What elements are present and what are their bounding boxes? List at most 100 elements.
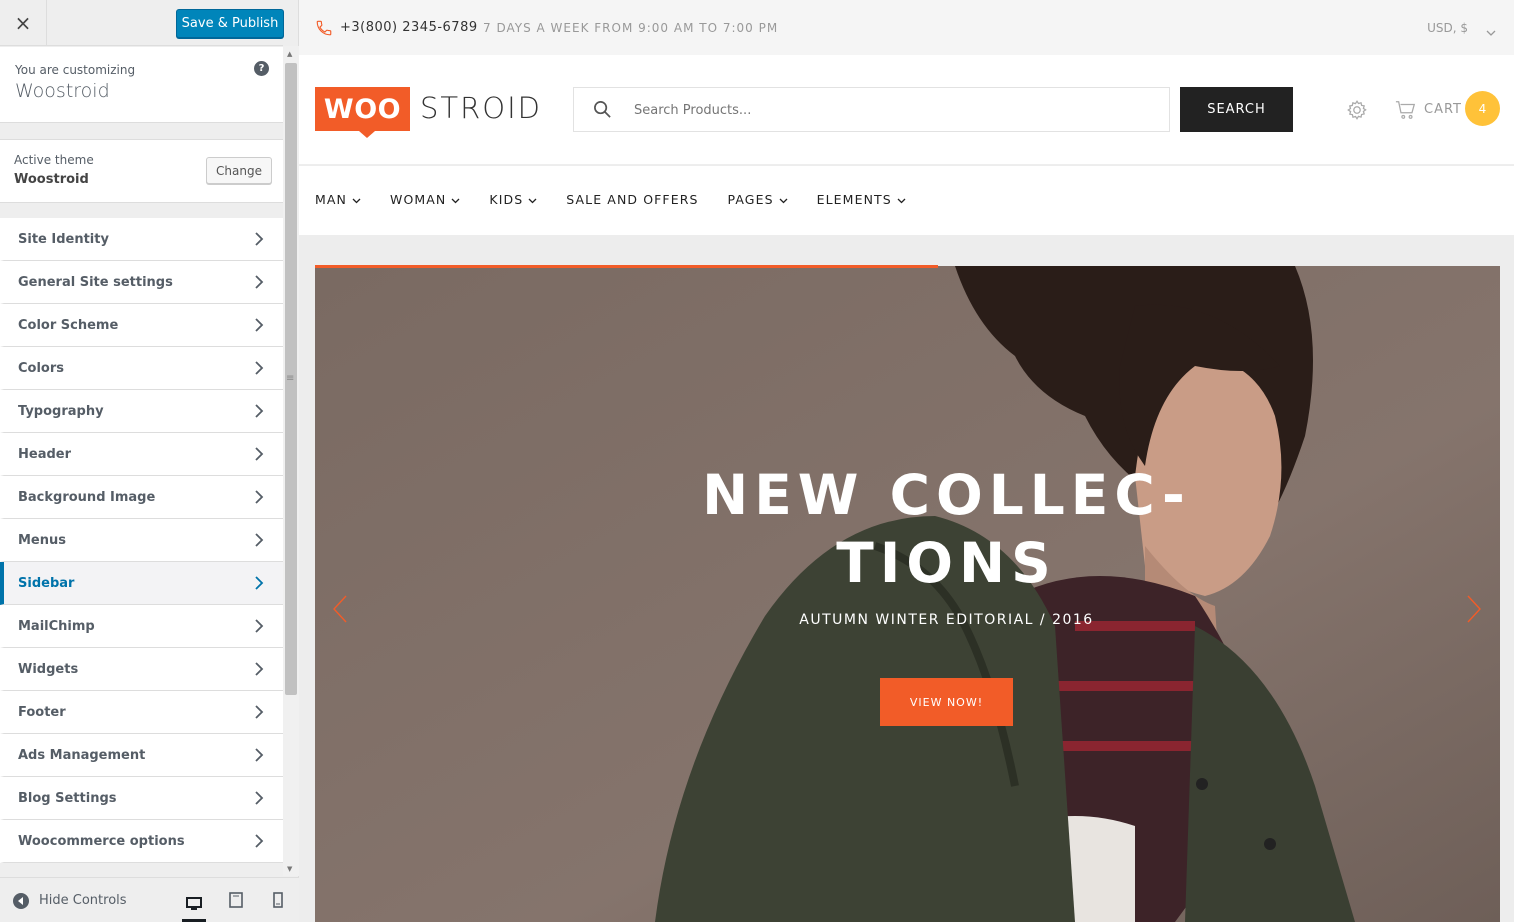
- section-footer[interactable]: Footer: [0, 691, 283, 734]
- view-now-button[interactable]: VIEW NOW!: [880, 678, 1013, 726]
- section-woocommerce-options[interactable]: Woocommerce options: [0, 820, 283, 863]
- section-label: Color Scheme: [18, 317, 119, 333]
- hide-controls-label: Hide Controls: [39, 893, 127, 908]
- save-publish-button[interactable]: Save & Publish: [176, 9, 284, 38]
- section-label: Typography: [18, 403, 104, 419]
- search-input[interactable]: [634, 100, 1134, 120]
- help-icon[interactable]: ?: [254, 61, 269, 76]
- section-label: Site Identity: [18, 231, 109, 247]
- section-label: Header: [18, 446, 72, 462]
- chevron-right-icon: [251, 446, 267, 462]
- section-sidebar[interactable]: Sidebar: [0, 562, 283, 605]
- section-general-site-settings[interactable]: General Site settings: [0, 261, 283, 304]
- section-mailchimp[interactable]: MailChimp: [0, 605, 283, 648]
- slider-prev-arrow-icon[interactable]: [331, 594, 351, 628]
- section-site-identity[interactable]: Site Identity: [0, 218, 283, 261]
- customizer-info: You are customizing Woostroid ?: [0, 47, 283, 123]
- nav-item-woman[interactable]: WOMAN: [390, 192, 460, 207]
- cart-icon[interactable]: [1395, 99, 1417, 125]
- chevron-right-icon: [251, 489, 267, 505]
- cart-count-badge: 4: [1465, 91, 1500, 126]
- chevron-down-icon: [528, 192, 537, 207]
- logo-text[interactable]: STROID: [420, 91, 542, 125]
- chevron-right-icon: [251, 317, 267, 333]
- cart-label[interactable]: CART: [1424, 102, 1462, 117]
- main-header: WOO STROID SEARCH CART 4: [299, 55, 1514, 165]
- chevron-right-icon: [251, 790, 267, 806]
- desktop-icon[interactable]: [182, 888, 206, 922]
- chevron-right-icon: [251, 661, 267, 677]
- nav-item-pages[interactable]: PAGES: [728, 192, 788, 207]
- section-label: General Site settings: [18, 274, 173, 290]
- phone-number: +3(800) 2345-6789: [340, 20, 478, 35]
- nav-item-kids[interactable]: KIDS: [489, 192, 537, 207]
- chevron-right-icon: [251, 575, 267, 591]
- section-label: Colors: [18, 360, 65, 376]
- section-label: Ads Management: [18, 747, 146, 763]
- section-ads-management[interactable]: Ads Management: [0, 734, 283, 777]
- nav-item-elements[interactable]: ELEMENTS: [817, 192, 906, 207]
- change-theme-button[interactable]: Change: [206, 157, 272, 184]
- phone-icon: [315, 19, 333, 41]
- chevron-right-icon: [251, 360, 267, 376]
- section-blog-settings[interactable]: Blog Settings: [0, 777, 283, 820]
- slide-subtitle: AUTUMN WINTER EDITORIAL / 2016: [799, 612, 1094, 628]
- chevron-right-icon: [251, 618, 267, 634]
- section-label: Woocommerce options: [18, 833, 185, 849]
- chevron-down-icon[interactable]: [1486, 22, 1496, 41]
- slider-next-arrow-icon[interactable]: [1463, 594, 1483, 628]
- nav-item-label: KIDS: [489, 192, 524, 207]
- section-menus[interactable]: Menus: [0, 519, 283, 562]
- chevron-down-icon: [779, 192, 788, 207]
- chevron-right-icon: [251, 833, 267, 849]
- hide-controls-button[interactable]: Hide Controls: [13, 878, 127, 922]
- mobile-icon[interactable]: [266, 888, 290, 912]
- nav-item-man[interactable]: MAN: [315, 192, 361, 207]
- section-label: Widgets: [18, 661, 79, 677]
- section-typography[interactable]: Typography: [0, 390, 283, 433]
- logo[interactable]: WOO: [315, 87, 410, 131]
- chevron-right-icon: [251, 532, 267, 548]
- chevron-down-icon: [451, 192, 460, 207]
- nav-item-sale-and-offers[interactable]: SALE AND OFFERS: [566, 192, 698, 207]
- section-colors[interactable]: Colors: [0, 347, 283, 390]
- section-color-scheme[interactable]: Color Scheme: [0, 304, 283, 347]
- site-preview: +3(800) 2345-6789 7 DAYS A WEEK FROM 9:0…: [299, 0, 1514, 922]
- collapse-icon: [13, 892, 29, 909]
- scroll-down-icon[interactable]: ▼: [287, 865, 292, 873]
- section-background-image[interactable]: Background Image: [0, 476, 283, 519]
- chevron-right-icon: [251, 231, 267, 247]
- currency-select[interactable]: USD, $: [1427, 21, 1468, 35]
- section-widgets[interactable]: Widgets: [0, 648, 283, 691]
- nav-item-label: ELEMENTS: [816, 192, 892, 207]
- logo-tail: [359, 131, 375, 138]
- nav-item-label: WOMAN: [390, 192, 447, 207]
- section-label: Menus: [18, 532, 67, 548]
- section-label: Background Image: [18, 489, 156, 505]
- top-bar: +3(800) 2345-6789 7 DAYS A WEEK FROM 9:0…: [299, 0, 1514, 55]
- close-icon[interactable]: ×: [0, 0, 47, 46]
- section-header[interactable]: Header: [0, 433, 283, 476]
- chevron-down-icon: [352, 192, 361, 207]
- section-label: Sidebar: [18, 575, 75, 591]
- tablet-icon[interactable]: [224, 888, 248, 912]
- chevron-right-icon: [251, 403, 267, 419]
- nav-items: MAN WOMAN KIDS SALE AND OFFERS PAGES ELEMENTS: [315, 192, 906, 207]
- resize-handle-icon[interactable]: ≡: [286, 373, 294, 384]
- chevron-right-icon: [251, 274, 267, 290]
- site-name: Woostroid: [15, 80, 110, 102]
- search-button[interactable]: SEARCH: [1180, 87, 1293, 132]
- opening-hours: 7 DAYS A WEEK FROM 9:00 AM TO 7:00 PM: [483, 21, 779, 35]
- active-theme-panel: Active theme Woostroid Change: [0, 139, 283, 203]
- section-label: Footer: [18, 704, 66, 720]
- search-icon: [593, 100, 612, 123]
- customizing-label: You are customizing: [15, 63, 136, 77]
- chevron-down-icon: [897, 192, 906, 207]
- section-label: MailChimp: [18, 618, 95, 634]
- gear-icon[interactable]: [1346, 99, 1368, 125]
- customizer-footer: Hide Controls: [0, 877, 299, 922]
- nav-item-label: PAGES: [727, 192, 774, 207]
- scroll-up-icon[interactable]: ▲: [287, 50, 292, 58]
- section-label: Blog Settings: [18, 790, 117, 806]
- search-box: [573, 87, 1170, 132]
